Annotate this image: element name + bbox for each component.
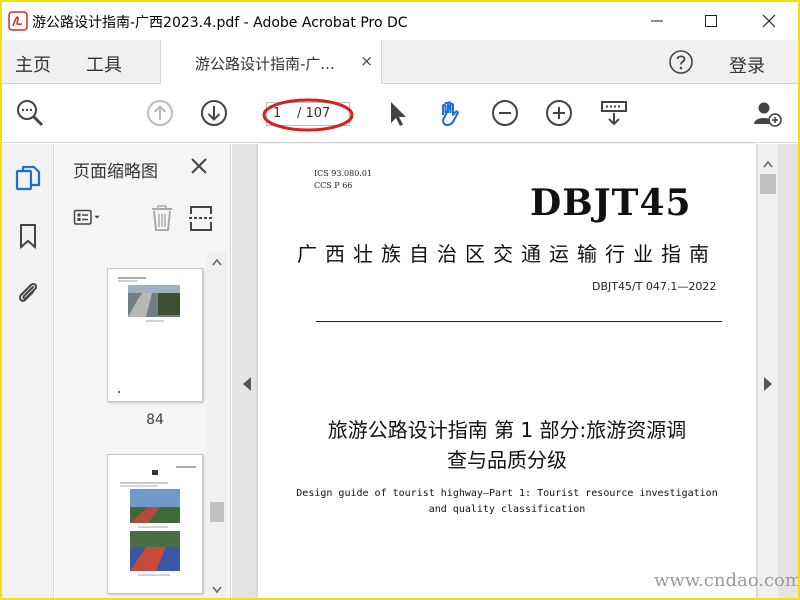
trash-icon[interactable] (147, 204, 177, 232)
arrow-down-circle-icon[interactable] (199, 98, 229, 128)
thumbnail-tools (55, 196, 231, 242)
acrobat-icon (8, 11, 28, 31)
watermark: www.cndao.com (654, 570, 800, 591)
collapse-left-panel-icon[interactable] (240, 374, 254, 394)
add-user-icon[interactable] (752, 98, 782, 128)
scroll-up-icon[interactable] (763, 160, 773, 168)
left-tool-rail (2, 144, 54, 598)
thumbnail-page-84[interactable] (107, 268, 203, 402)
zoom-search-icon[interactable] (15, 98, 45, 128)
document-scroll-thumb[interactable] (760, 174, 776, 194)
help-icon[interactable] (668, 49, 694, 75)
cursor-arrow-icon[interactable] (382, 98, 412, 128)
standard-logo: DBJT45 (530, 182, 692, 224)
bookmark-icon[interactable] (14, 222, 42, 250)
thumbnails-panel: 页面缩略图 84 (55, 144, 231, 598)
collapse-right-panel-icon[interactable] (761, 374, 775, 394)
extract-pages-icon[interactable] (187, 204, 217, 232)
title-bar: 游公路设计指南-广西2023.4.pdf - Adobe Acrobat Pro… (2, 2, 798, 40)
arrow-up-circle-icon[interactable] (145, 98, 175, 128)
standard-number: DBJT45/T 047.1—2022 (592, 280, 717, 293)
thumbnail-scroll-thumb[interactable] (210, 502, 224, 522)
page-thumbnails-icon[interactable] (14, 164, 42, 192)
minus-circle-icon[interactable] (490, 98, 520, 128)
document-view: ICS 93.080.01 CCS P 66 DBJT45 广西壮族自治区交通运… (232, 144, 798, 598)
menu-bar: 主页 工具 游公路设计指南-广... × 登录 (2, 40, 798, 84)
tools-menu[interactable]: 工具 (86, 51, 122, 77)
thumbnail-options-icon[interactable] (73, 204, 103, 232)
tab-close-button[interactable]: × (360, 52, 373, 70)
thumbnails-panel-title: 页面缩略图 (73, 162, 158, 182)
close-icon (762, 14, 776, 28)
issuing-authority: 广西壮族自治区交通运输行业指南 (297, 242, 717, 266)
ics-line: ICS 93.080.01 (314, 169, 373, 178)
app-window: 游公路设计指南-广西2023.4.pdf - Adobe Acrobat Pro… (0, 0, 800, 600)
english-title-line-1: Design guide of tourist highway—Part 1: … (296, 488, 718, 499)
document-scrollbar[interactable] (758, 144, 778, 598)
minimize-button[interactable] (634, 2, 680, 40)
login-button[interactable]: 登录 (729, 52, 765, 78)
thumbnail-page-85-preview (120, 466, 196, 576)
maximize-icon (705, 15, 717, 27)
document-title-line-2: 查与品质分级 (447, 448, 567, 472)
ics-code: ICS 93.080.01 CCS P 66 (314, 168, 372, 192)
thumbnail-scrollbar[interactable] (207, 252, 227, 598)
hand-tool-icon[interactable] (435, 98, 465, 128)
thumbnail-list: 84 (55, 252, 207, 598)
thumbnail-page-label: 84 (146, 412, 164, 428)
close-icon[interactable] (189, 156, 209, 176)
fit-page-icon[interactable] (599, 98, 629, 128)
plus-circle-icon[interactable] (544, 98, 574, 128)
maximize-button[interactable] (688, 2, 734, 40)
divider-line (316, 321, 722, 322)
attachment-icon[interactable] (14, 278, 42, 306)
close-window-button[interactable] (746, 2, 792, 40)
window-title: 游公路设计指南-广西2023.4.pdf - Adobe Acrobat Pro… (32, 15, 408, 31)
ccs-line: CCS P 66 (314, 181, 353, 190)
document-title-line-1: 旅游公路设计指南 第 1 部分:旅游资源调 (327, 418, 687, 442)
minimize-icon (651, 20, 663, 22)
scroll-up-icon[interactable] (212, 258, 222, 266)
pdf-page: ICS 93.080.01 CCS P 66 DBJT45 广西壮族自治区交通运… (258, 144, 756, 598)
thumbnail-page-84-preview (118, 277, 180, 393)
document-tab-label: 游公路设计指南-广... (195, 55, 335, 73)
document-tab[interactable]: 游公路设计指南-广... × (160, 40, 382, 84)
main-toolbar: 1 / 107 (2, 85, 798, 143)
scroll-down-icon[interactable] (212, 586, 222, 594)
red-annotation-ellipse (262, 98, 354, 132)
thumbnail-page-85[interactable] (107, 454, 203, 594)
english-title-line-2: and quality classification (428, 504, 586, 515)
home-menu[interactable]: 主页 (15, 51, 51, 77)
